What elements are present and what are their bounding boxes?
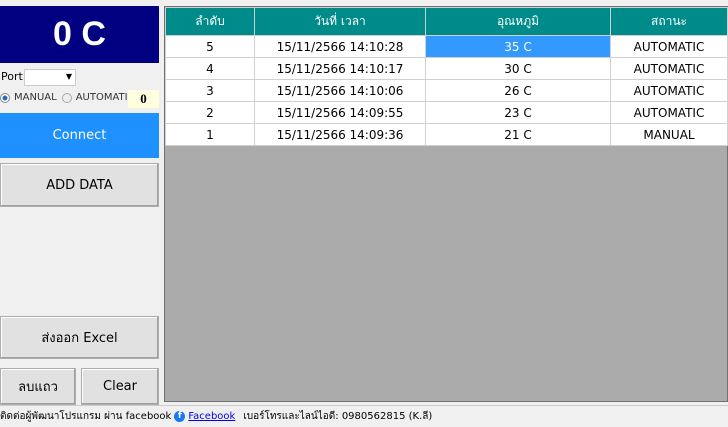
header-status[interactable]: สถานะ (610, 7, 728, 36)
table-row[interactable]: 1 15/11/2566 14:09:36 21 C MANUAL (165, 123, 728, 146)
cell-datetime[interactable]: 15/11/2566 14:10:17 (254, 57, 426, 80)
delete-row-button[interactable]: ลบแถว (0, 368, 76, 405)
table-row[interactable]: 5 15/11/2566 14:10:28 35 C AUTOMATIC (165, 35, 728, 58)
connect-button[interactable]: Connect (0, 113, 159, 158)
cell-status[interactable]: AUTOMATIC (610, 57, 728, 80)
cell-index[interactable]: 2 (165, 101, 255, 124)
facebook-icon: f (174, 411, 186, 422)
temperature-display: 0 C (0, 6, 159, 63)
cell-index[interactable]: 5 (165, 35, 255, 58)
header-temperature[interactable]: อุณหภูมิ (425, 7, 611, 36)
export-excel-button[interactable]: ส่งออก Excel (0, 316, 159, 359)
cell-temperature[interactable]: 26 C (425, 79, 611, 102)
table-row[interactable]: 3 15/11/2566 14:10:06 26 C AUTOMATIC (165, 79, 728, 102)
facebook-link[interactable]: Facebook (188, 411, 235, 422)
footer: ติดต่อผู้พัฒนาโปรแกรม ผ่าน facebook f Fa… (0, 405, 728, 427)
header-datetime[interactable]: วันที่ เวลา (254, 7, 426, 36)
cell-datetime[interactable]: 15/11/2566 14:10:06 (254, 79, 426, 102)
contact-text: ติดต่อผู้พัฒนาโปรแกรม ผ่าน facebook (0, 411, 172, 422)
phone-text: เบอร์โทรและไลน์ไอดี: 0980562815 (K.ลี) (243, 411, 433, 422)
table-row[interactable]: 4 15/11/2566 14:10:17 30 C AUTOMATIC (165, 57, 728, 80)
table-row[interactable]: 2 15/11/2566 14:09:55 23 C AUTOMATIC (165, 101, 728, 124)
port-select[interactable]: ▼ (24, 69, 76, 86)
cell-status[interactable]: MANUAL (610, 123, 728, 146)
manual-radio[interactable] (0, 92, 10, 103)
manual-label: MANUAL (14, 92, 57, 103)
add-data-button[interactable]: ADD DATA (0, 163, 159, 207)
cell-status[interactable]: AUTOMATIC (610, 35, 728, 58)
cell-temperature[interactable]: 21 C (425, 123, 611, 146)
cell-index[interactable]: 4 (165, 57, 255, 80)
chevron-down-icon: ▼ (65, 72, 72, 81)
header-index[interactable]: ลำดับ (165, 7, 255, 36)
cell-datetime[interactable]: 15/11/2566 14:09:36 (254, 123, 426, 146)
cell-datetime[interactable]: 15/11/2566 14:10:28 (254, 35, 426, 58)
cell-index[interactable]: 1 (165, 123, 255, 146)
automatic-radio[interactable] (61, 92, 72, 103)
cell-status[interactable]: AUTOMATIC (610, 101, 728, 124)
counter-field: 0 (128, 90, 159, 108)
cell-datetime[interactable]: 15/11/2566 14:09:55 (254, 101, 426, 124)
port-label: Port (1, 70, 23, 83)
cell-index[interactable]: 3 (165, 79, 255, 102)
cell-temperature[interactable]: 35 C (425, 35, 611, 58)
automatic-label: AUTOMATIC (75, 92, 135, 103)
clear-button[interactable]: Clear (81, 368, 159, 405)
cell-temperature[interactable]: 23 C (425, 101, 611, 124)
data-grid[interactable]: ลำดับ วันที่ เวลา อุณหภูมิ สถานะ 5 15/11/… (164, 6, 728, 402)
cell-status[interactable]: AUTOMATIC (610, 79, 728, 102)
cell-temperature[interactable]: 30 C (425, 57, 611, 80)
